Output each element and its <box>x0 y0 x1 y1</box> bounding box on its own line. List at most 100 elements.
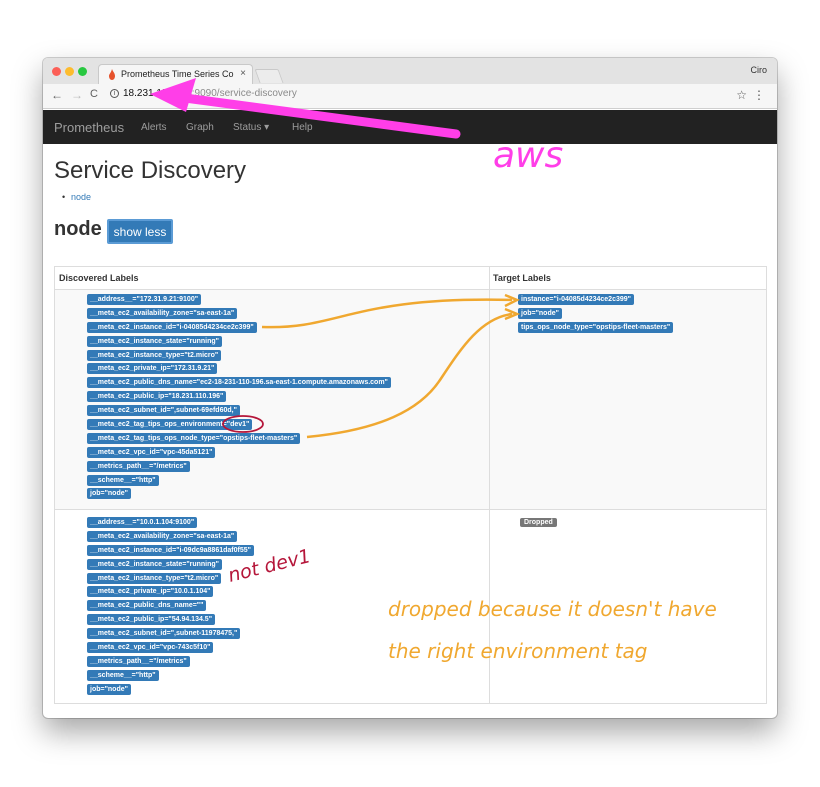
page-title: Service Discovery <box>54 157 247 184</box>
discovered-label: __meta_ec2_private_ip="172.31.9.21" <box>87 363 218 375</box>
list-item: tips_ops_node_type="opstips-fleet-master… <box>518 322 674 336</box>
list-item: __meta_ec2_public_ip="54.94.134.5" <box>87 614 254 628</box>
brand-link[interactable]: Prometheus <box>54 120 124 135</box>
list-item: __meta_ec2_vpc_id="vpc-45da5121" <box>87 446 391 461</box>
discovered-label: __meta_ec2_instance_type="t2.micro" <box>87 349 222 361</box>
minimize-window-button[interactable] <box>65 67 74 76</box>
list-item: __meta_ec2_public_ip="18.231.110.196" <box>87 391 391 405</box>
app-navbar: Prometheus Alerts Graph Status ▾ Help <box>43 110 777 144</box>
list-item: __meta_ec2_public_dns_name="ec2-18-231-1… <box>87 377 391 391</box>
discovered-label: __meta_ec2_public_dns_name="ec2-18-231-1… <box>87 377 391 389</box>
targets-table: Discovered Labels Target Labels __addres… <box>54 266 767 704</box>
reload-icon[interactable]: C <box>90 88 98 100</box>
discovered-label: __meta_ec2_instance_id="i-04085d4234ce2c… <box>87 321 257 333</box>
header-divider <box>55 289 766 290</box>
discovered-label: __meta_ec2_public_dns_name="" <box>87 600 207 612</box>
close-window-button[interactable] <box>52 67 61 76</box>
dropped-badge: Dropped <box>520 518 557 527</box>
bookmark-star-icon[interactable]: ☆ <box>736 88 747 102</box>
list-item: __scheme__="http" <box>87 474 391 489</box>
menu-kebab-icon[interactable]: ⋮ <box>753 88 765 102</box>
column-divider <box>489 267 490 703</box>
discovered-labels-header: Discovered Labels <box>59 273 139 283</box>
show-less-button[interactable]: show less <box>107 219 173 244</box>
discovered-label: job="node" <box>87 488 131 500</box>
list-bullet: • <box>62 192 66 202</box>
profile-name[interactable]: Ciro <box>750 65 767 75</box>
tab-strip: Prometheus Time Series Colle × Ciro <box>43 58 777 84</box>
discovered-label: job="node" <box>87 683 131 695</box>
discovered-label: __metrics_path__="/metrics" <box>87 460 190 472</box>
url-path: :9090/service-discovery <box>191 88 297 99</box>
discovered-label: __meta_ec2_private_ip="10.0.1.104" <box>87 586 214 598</box>
list-item: __meta_ec2_instance_type="t2.micro" <box>87 349 391 364</box>
list-item: job="node" <box>518 308 673 322</box>
list-item: instance="i-04085d4234ce2c399" <box>518 294 673 308</box>
list-item: __metrics_path__="/metrics" <box>87 655 254 670</box>
browser-toolbar: ← → C i 18.231.110.196:9090/service-disco… <box>43 84 777 109</box>
list-item: __meta_ec2_instance_state="running" <box>87 558 254 573</box>
list-item: __meta_ec2_subnet_id=",subnet-11978475," <box>87 628 254 642</box>
target-labels-header: Target Labels <box>493 273 551 283</box>
new-tab-button[interactable] <box>254 69 284 83</box>
url-host: 18.231.110.196 <box>123 88 192 99</box>
discovered-label: __meta_ec2_instance_state="running" <box>87 558 223 570</box>
discovered-label: __meta_ec2_availability_zone="sa-east-1a… <box>87 307 238 319</box>
maximize-window-button[interactable] <box>78 67 87 76</box>
target-label: tips_ops_node_type="opstips-fleet-master… <box>518 322 674 333</box>
discovered-labels-row-1: __address__="172.31.9.21:9100" __meta_ec2… <box>87 294 391 502</box>
info-icon[interactable]: i <box>110 88 119 98</box>
nav-alerts[interactable]: Alerts <box>141 122 167 133</box>
list-item: __address__="10.0.1.104:9100" <box>87 517 254 531</box>
pool-title: node <box>54 218 102 240</box>
list-item: __meta_ec2_private_ip="10.0.1.104" <box>87 586 254 600</box>
discovered-label: __scheme__="http" <box>87 669 159 681</box>
list-item: __meta_ec2_instance_id="i-04085d4234ce2c… <box>87 321 391 336</box>
list-item: __meta_ec2_private_ip="172.31.9.21" <box>87 363 391 377</box>
list-item: __meta_ec2_tag_tips_ops_node_type="opsti… <box>87 432 391 447</box>
target-labels-row-1: instance="i-04085d4234ce2c399" job="node"… <box>518 294 674 336</box>
browser-tab[interactable]: Prometheus Time Series Colle × <box>98 64 253 84</box>
list-item: __meta_ec2_subnet_id=",subnet-69efd60d," <box>87 405 391 419</box>
forward-icon[interactable]: → <box>71 88 83 102</box>
discovered-label: __meta_ec2_vpc_id="vpc-45da5121" <box>87 446 216 458</box>
discovered-label: __address__="172.31.9.21:9100" <box>87 294 202 305</box>
discovered-label: __meta_ec2_instance_id="i-09dc9a8861daf0… <box>87 544 254 556</box>
discovered-label: __scheme__="http" <box>87 474 159 486</box>
discovered-label: __address__="10.0.1.104:9100" <box>87 517 198 528</box>
discovered-label: __meta_ec2_subnet_id=",subnet-11978475," <box>87 628 241 640</box>
discovered-labels-row-2: __address__="10.0.1.104:9100" __meta_ec2_… <box>87 517 254 698</box>
prometheus-favicon-icon <box>109 69 115 80</box>
list-item: __meta_ec2_public_dns_name="" <box>87 600 254 614</box>
discovered-label: __meta_ec2_instance_type="t2.micro" <box>87 572 222 584</box>
discovered-label: __meta_ec2_availability_zone="sa-east-1a… <box>87 530 238 542</box>
tab-title: Prometheus Time Series Colle <box>121 69 234 79</box>
list-item: __scheme__="http" <box>87 669 254 684</box>
discovered-label: __meta_ec2_vpc_id="vpc-743c5f10" <box>87 642 214 654</box>
address-bar[interactable]: i 18.231.110.196:9090/service-discovery <box>110 88 732 105</box>
list-item: __meta_ec2_instance_id="i-09dc9a8861daf0… <box>87 544 254 559</box>
list-item: __address__="172.31.9.21:9100" <box>87 294 391 308</box>
job-link-node[interactable]: node <box>71 192 91 202</box>
list-item: job="node" <box>87 683 254 698</box>
target-label: job="node" <box>518 308 562 319</box>
list-item: __meta_ec2_availability_zone="sa-east-1a… <box>87 530 254 545</box>
nav-help[interactable]: Help <box>292 122 313 133</box>
list-item: __meta_ec2_instance_type="t2.micro" <box>87 572 254 587</box>
nav-graph[interactable]: Graph <box>186 122 214 133</box>
row-divider <box>55 509 766 510</box>
list-item: __metrics_path__="/metrics" <box>87 460 391 475</box>
list-item: __meta_ec2_vpc_id="vpc-743c5f10" <box>87 642 254 656</box>
discovered-label: __metrics_path__="/metrics" <box>87 655 190 667</box>
browser-window: Prometheus Time Series Colle × Ciro ← → … <box>43 58 777 718</box>
discovered-label: __meta_ec2_public_ip="18.231.110.196" <box>87 391 227 403</box>
tab-close-icon[interactable]: × <box>240 68 246 79</box>
back-icon[interactable]: ← <box>51 88 63 102</box>
nav-status-dropdown[interactable]: Status ▾ <box>233 122 269 133</box>
job-list: • node <box>62 192 91 202</box>
list-item: __meta_ec2_instance_state="running" <box>87 335 391 350</box>
discovered-label: __meta_ec2_public_ip="54.94.134.5" <box>87 614 216 626</box>
list-item: job="node" <box>87 488 391 502</box>
list-item: __meta_ec2_availability_zone="sa-east-1a… <box>87 307 391 322</box>
target-label: instance="i-04085d4234ce2c399" <box>518 294 634 305</box>
